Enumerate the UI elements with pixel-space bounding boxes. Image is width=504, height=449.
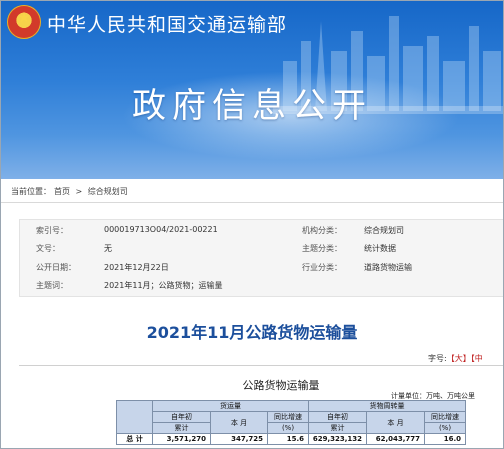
- col-subheader-unit: (%): [267, 422, 309, 434]
- index-value: 000019713O04/2021-00221: [104, 225, 218, 234]
- col-header-month: 本 月: [366, 411, 425, 434]
- meta-row: 主题词： 2021年11月；公路货物；运输量: [20, 280, 503, 298]
- breadcrumb-prefix: 当前位置：: [11, 187, 51, 196]
- date-value: 2021年12月22日: [104, 263, 169, 272]
- col-header-yoy: 同比增速: [424, 411, 466, 423]
- section-title: 政府信息公开: [132, 86, 372, 126]
- org-value: 综合规划司: [364, 226, 404, 235]
- font-size-switcher: 字号:【大】【中: [428, 353, 483, 364]
- col-header-yoy: 同比增速: [267, 411, 309, 423]
- doc-label: 文号：: [36, 244, 60, 253]
- font-medium-button[interactable]: 【中: [471, 354, 483, 363]
- table-cell: 347,725: [210, 433, 268, 445]
- table-corner-cell: [116, 400, 153, 434]
- table-cell: 3,571,270: [152, 433, 211, 445]
- industry-value: 道路货物运输: [364, 263, 412, 272]
- group-header-turnover: 货物周转量: [308, 400, 466, 412]
- industry-label: 行业分类：: [302, 263, 342, 272]
- table-cell: 62,043,777: [366, 433, 425, 445]
- breadcrumb-current-link[interactable]: 综合规划司: [88, 187, 128, 196]
- col-header-ytd: 自年初: [308, 411, 367, 423]
- divider: [1, 202, 503, 203]
- table-row: 总 计 3,571,270 347,725 15.6 629,323,132 6…: [116, 433, 466, 445]
- col-subheader-cumulative: 累计: [308, 422, 367, 434]
- doc-value: 无: [104, 244, 112, 253]
- keywords-label: 主题词：: [36, 281, 68, 290]
- article-title: 2021年11月公路货物运输量: [146, 323, 358, 342]
- keywords-value: 2021年11月；公路货物；运输量: [104, 281, 223, 290]
- national-emblem-icon[interactable]: [7, 5, 41, 39]
- breadcrumb: 当前位置： 首页 > 综合规划司: [11, 186, 131, 197]
- org-label: 机构分类：: [302, 226, 342, 235]
- table-cell: 629,323,132: [308, 433, 367, 445]
- topic-value: 统计数据: [364, 244, 396, 253]
- header-banner: 中华人民共和国交通运输部 政府信息公开: [1, 1, 503, 179]
- table-cell: 16.0: [424, 433, 466, 445]
- table-cell: 15.6: [267, 433, 309, 445]
- col-header-month: 本 月: [210, 411, 268, 434]
- page-frame: 中华人民共和国交通运输部 政府信息公开 当前位置：首页 > 综合规划司 索引号：…: [0, 0, 504, 449]
- meta-row: 公开日期： 2021年12月22日 行业分类： 道路货物运输: [20, 262, 503, 280]
- meta-row: 索引号： 000019713O04/2021-00221 机构分类： 综合规划司: [20, 225, 503, 243]
- breadcrumb-separator: >: [75, 187, 83, 196]
- index-label: 索引号：: [36, 226, 68, 235]
- meta-row: 文号： 无 主题分类： 统计数据: [20, 243, 503, 261]
- col-subheader-unit: (%): [424, 422, 466, 434]
- site-title[interactable]: 中华人民共和国交通运输部: [47, 10, 287, 37]
- breadcrumb-home-link[interactable]: 首页: [54, 187, 70, 196]
- col-subheader-cumulative: 累计: [152, 422, 211, 434]
- date-label: 公开日期：: [36, 263, 76, 272]
- font-size-label: 字号:: [428, 354, 447, 363]
- font-large-button[interactable]: 【大】: [447, 354, 471, 363]
- document-meta-box: 索引号： 000019713O04/2021-00221 机构分类： 综合规划司…: [19, 219, 503, 298]
- row-label-total: 总 计: [116, 433, 153, 445]
- col-header-ytd: 自年初: [152, 411, 211, 423]
- group-header-volume: 货运量: [152, 400, 309, 412]
- topic-label: 主题分类：: [302, 244, 342, 253]
- freight-table: 货运量 货物周转量 自年初 本 月 同比增速 自年初 本 月 同比增速 累计 (…: [116, 400, 466, 445]
- divider: [19, 365, 503, 366]
